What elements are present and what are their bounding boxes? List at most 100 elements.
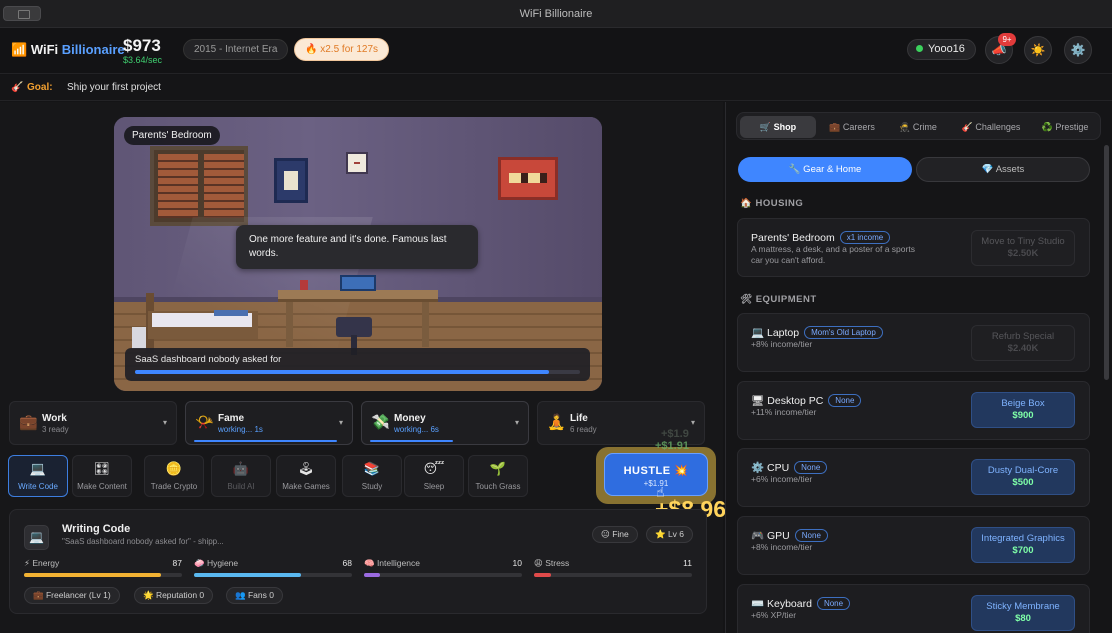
- notification-count-badge: 9+: [998, 33, 1016, 46]
- meter-track: [194, 573, 352, 577]
- meter-fill: [24, 573, 162, 577]
- meter-label: 🧠 Intelligence: [364, 558, 420, 568]
- tab-shop[interactable]: 🛒 Shop: [740, 116, 816, 138]
- action-label: Trade Crypto: [150, 482, 198, 491]
- meter-label: ⚡ Energy: [24, 558, 60, 568]
- action-trade-crypto[interactable]: 🪙 Trade Crypto: [144, 455, 204, 497]
- earning-popup-small: +$1.91: [655, 440, 689, 452]
- equipment-item-cpu: ⚙️ CPU None +6% income/tier Dusty Dual-Co…: [737, 448, 1090, 507]
- shop-scrollbar[interactable]: [1104, 145, 1109, 380]
- equipment-item-laptop: 💻 Laptop Mom's Old Laptop +8% income/tier…: [737, 313, 1090, 372]
- equipment-section-title: 🛠 EQUIPMENT: [740, 294, 817, 305]
- housing-desc-line2: car you can't afford.: [751, 255, 826, 265]
- button-label: Refurb Special: [991, 331, 1055, 342]
- action-make-games[interactable]: 🕹 Make Games: [276, 455, 336, 497]
- item-tier-tag: None: [794, 529, 828, 542]
- equipment-item-desktop-pc: 🖥 Desktop PC None +11% income/tier Beige …: [737, 381, 1090, 440]
- upgrade-button[interactable]: Refurb Special $2.40K: [971, 325, 1075, 361]
- category-name: Money: [394, 413, 426, 424]
- category-money[interactable]: 💸 Money working... 6s ▾: [361, 401, 529, 445]
- meter-label: 😩 Stress: [534, 558, 570, 568]
- meter-track: [534, 573, 692, 577]
- mood-badge: 😐 Fine: [592, 526, 638, 543]
- button-label: Dusty Dual-Core: [987, 465, 1059, 476]
- settings-button[interactable]: ⚙️: [1064, 36, 1092, 64]
- meter-value: 11: [683, 558, 692, 568]
- app-logo[interactable]: 📶 WiFi Billionaire: [11, 42, 125, 58]
- coin-icon: 🪙: [165, 461, 183, 476]
- hustle-label: HUSTLE: [623, 465, 671, 477]
- action-make-content[interactable]: 🎛 Make Content: [72, 455, 132, 497]
- subtab-assets[interactable]: 💎 Assets: [916, 157, 1090, 182]
- category-name: Fame: [218, 413, 245, 424]
- task-progress-bar: [135, 370, 580, 374]
- button-price: $700: [1012, 545, 1034, 556]
- category-work[interactable]: 💼 Work 3 ready ▾: [9, 401, 177, 445]
- action-touch-grass[interactable]: 🌱 Touch Grass: [468, 455, 528, 497]
- level-badge: ⭐ Lv 6: [646, 526, 694, 543]
- housing-name: Parents' Bedroom: [751, 232, 835, 244]
- logo-text-billionaire: Billionaire: [61, 42, 125, 57]
- upgrade-button[interactable]: Beige Box $900: [971, 392, 1075, 428]
- item-name: Laptop: [767, 327, 800, 339]
- tab-prestige[interactable]: ♻️ Prestige: [1031, 116, 1099, 138]
- notifications-button[interactable]: 📣 9+: [985, 33, 1016, 64]
- category-status: working... 6s: [394, 425, 439, 434]
- equipment-item-gpu: 🎮 GPU None +8% income/tier Integrated Gra…: [737, 516, 1090, 575]
- tab-crime[interactable]: 🥷 Crime: [887, 116, 949, 138]
- horn-icon: 📯: [195, 414, 214, 431]
- item-name: Desktop PC: [767, 395, 824, 407]
- scene-window: [150, 146, 248, 226]
- upgrade-button[interactable]: Dusty Dual-Core $500: [971, 459, 1075, 495]
- chevron-down-icon: ▾: [162, 418, 167, 427]
- category-fame[interactable]: 📯 Fame working... 1s ▾: [185, 401, 353, 445]
- fans-badge: 👥 Fans 0: [226, 587, 283, 604]
- user-badge[interactable]: Yooo16: [907, 39, 976, 60]
- boost-badge: 🔥 x2.5 for 127s: [294, 38, 390, 61]
- action-label: Touch Grass: [475, 482, 521, 491]
- logo-text-wifi: WiFi: [30, 42, 59, 57]
- earning-popup-faint: +$1.9: [661, 428, 689, 440]
- career-badge[interactable]: 💼 Freelancer (Lv 1): [24, 587, 120, 604]
- action-write-code[interactable]: 💻 Write Code: [8, 455, 68, 497]
- subtab-gear-home[interactable]: 🔧 Gear & Home: [738, 157, 912, 182]
- explosion-icon: 💥: [674, 465, 689, 477]
- goal-text: Ship your first project: [67, 82, 161, 93]
- username: Yooo16: [928, 43, 965, 55]
- item-effect: +6% XP/tier: [751, 610, 797, 620]
- upgrade-button[interactable]: Sticky Membrane $80: [971, 595, 1075, 631]
- category-name: Work: [42, 413, 67, 424]
- action-study[interactable]: 📚 Study: [342, 455, 402, 497]
- action-label: Build AI: [227, 482, 255, 491]
- tab-careers[interactable]: 💼 Careers: [815, 116, 889, 138]
- window-pane-left: [158, 154, 198, 218]
- window-title: WiFi Billionaire: [519, 8, 593, 20]
- button-price: $900: [1012, 410, 1034, 421]
- category-status: 6 ready: [570, 425, 597, 434]
- button-price: $500: [1012, 477, 1034, 488]
- item-tier-tag: None: [816, 597, 851, 610]
- upgrade-button[interactable]: Integrated Graphics $700: [971, 527, 1075, 563]
- title-bar: WiFi Billionaire: [0, 0, 1112, 28]
- meditation-icon: 🧘: [547, 414, 566, 431]
- theme-toggle-button[interactable]: ☀️: [1024, 36, 1052, 64]
- action-sleep[interactable]: 😴 Sleep: [404, 455, 464, 497]
- goal-label: Goal:: [27, 82, 53, 93]
- shop-tabs: 🛒 Shop 💼 Careers 🥷 Crime 🎸 Challenges ♻️…: [736, 112, 1101, 140]
- hand-pointer-icon: ☝: [656, 484, 665, 500]
- action-label: Study: [361, 482, 383, 491]
- category-name: Life: [570, 413, 588, 424]
- activity-name: Writing Code: [62, 523, 131, 535]
- goal-bar: 🎸 Goal: Ship your first project: [0, 75, 1112, 101]
- meter-label: 🧼 Hygiene: [194, 558, 239, 568]
- tab-challenges[interactable]: 🎸 Challenges: [953, 116, 1029, 138]
- category-progress-bar: [370, 440, 453, 442]
- wall-small-frame: [346, 152, 368, 174]
- robot-icon: 🤖: [232, 461, 250, 476]
- location-label: Parents' Bedroom: [124, 126, 220, 145]
- button-price: $2.50K: [1007, 248, 1039, 259]
- action-build-ai[interactable]: 🤖 Build AI: [211, 455, 271, 497]
- mug: [300, 280, 308, 290]
- move-housing-button[interactable]: Move to Tiny Studio $2.50K: [971, 230, 1075, 266]
- button-label: Beige Box: [1001, 398, 1045, 409]
